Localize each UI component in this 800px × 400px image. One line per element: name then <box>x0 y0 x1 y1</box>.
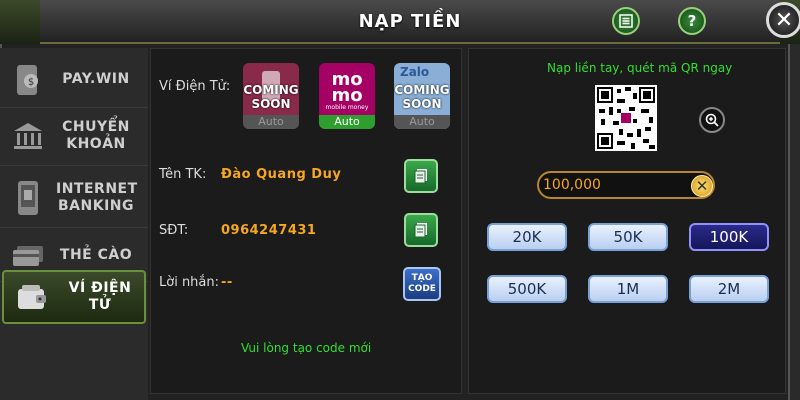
dialog-header: NẠP TIỀN <box>40 0 780 44</box>
sidebar-item-vi-dien-tu[interactable]: VÍ ĐIỆN TỬ <box>2 270 146 324</box>
amount-chip-500k[interactable]: 500K <box>487 275 567 303</box>
bank-icon <box>8 116 48 156</box>
sidebar-item-chuyen-khoan[interactable]: CHUYỂN KHOẢN <box>0 106 148 166</box>
qr-code <box>595 85 657 151</box>
amount-chip-1m[interactable]: 1M <box>588 275 668 303</box>
momo-logo: mo mo mobile money <box>325 68 369 111</box>
message-value: -- <box>221 275 233 290</box>
amount-input[interactable]: 100,000 <box>537 171 715 199</box>
money-icon: $ <box>8 60 48 100</box>
list-icon <box>619 14 633 28</box>
copy-phone-button[interactable] <box>404 213 438 247</box>
notice-text: Vui lòng tạo code mới <box>241 341 372 355</box>
wallet-option-zalo[interactable]: Zalo COMING SOON Auto <box>394 63 450 129</box>
copy-icon <box>414 223 427 238</box>
zoom-qr-button[interactable] <box>699 107 725 133</box>
page-title: NẠP TIỀN <box>358 10 462 32</box>
sidebar-item-label: PAY.WIN <box>62 71 130 87</box>
close-icon: ✕ <box>695 177 709 195</box>
close-icon: ✕ <box>774 7 794 33</box>
coming-soon-label: COMING SOON <box>243 83 299 111</box>
sidebar-item-label: THẺ CÀO <box>59 247 133 263</box>
wallet-foot: Auto <box>243 115 299 129</box>
copy-icon <box>414 169 427 184</box>
create-code-label: CODE <box>408 284 436 294</box>
phone-icon <box>8 178 48 218</box>
qr-amount-panel: Nạp liền tay, quét mã QR ngay 100,000 ✕ … <box>468 48 786 394</box>
sidebar-item-internet-banking[interactable]: INTERNET BANKING <box>0 168 148 228</box>
create-code-button[interactable]: TẠO CODE <box>403 267 441 301</box>
qr-hint: Nạp liền tay, quét mã QR ngay <box>547 61 733 75</box>
coming-soon-label: COMING SOON <box>394 83 450 111</box>
wallet-option-momo[interactable]: mo mo mobile money Auto <box>319 63 375 129</box>
message-label: Lời nhắn: <box>159 275 220 290</box>
account-name-value: Đào Quang Duy <box>221 167 342 182</box>
help-button[interactable]: ? <box>678 7 706 35</box>
clear-amount-button[interactable]: ✕ <box>691 175 713 197</box>
sidebar-item-paywin[interactable]: $ PAY.WIN <box>0 52 148 108</box>
wallet-foot: Auto <box>319 115 375 129</box>
copy-name-button[interactable] <box>404 159 438 193</box>
sidebar: $ PAY.WIN CHUYỂN KHOẢN INTERNET BANKING … <box>0 48 148 400</box>
close-button[interactable]: ✕ <box>766 2 800 38</box>
amount-chip-20k[interactable]: 20K <box>487 223 567 251</box>
phone-value: 0964247431 <box>221 223 317 238</box>
ewallet-label: Ví Điện Tử: <box>159 79 231 94</box>
create-code-label: TẠO <box>411 273 433 283</box>
wallet-option-coming-soon[interactable]: COMING SOON Auto <box>243 63 299 129</box>
svg-text:$: $ <box>28 77 34 88</box>
zoom-in-icon <box>705 113 719 127</box>
history-button[interactable] <box>612 7 640 35</box>
amount-chip-2m[interactable]: 2M <box>689 275 769 303</box>
wallet-detail-panel: Ví Điện Tử: COMING SOON Auto mo mo mobil… <box>150 48 462 394</box>
amount-chip-100k[interactable]: 100K <box>689 223 769 251</box>
amount-chip-50k[interactable]: 50K <box>588 223 668 251</box>
wallet-foot: Auto <box>394 115 450 129</box>
help-icon: ? <box>687 12 697 30</box>
phone-label: SĐT: <box>159 223 189 238</box>
account-name-label: Tên TK: <box>159 167 207 182</box>
sidebar-item-label: INTERNET BANKING <box>56 180 138 214</box>
sidebar-item-label: CHUYỂN KHOẢN <box>62 118 130 152</box>
wallet-icon <box>12 277 52 317</box>
sidebar-item-label: VÍ ĐIỆN TỬ <box>68 280 132 313</box>
